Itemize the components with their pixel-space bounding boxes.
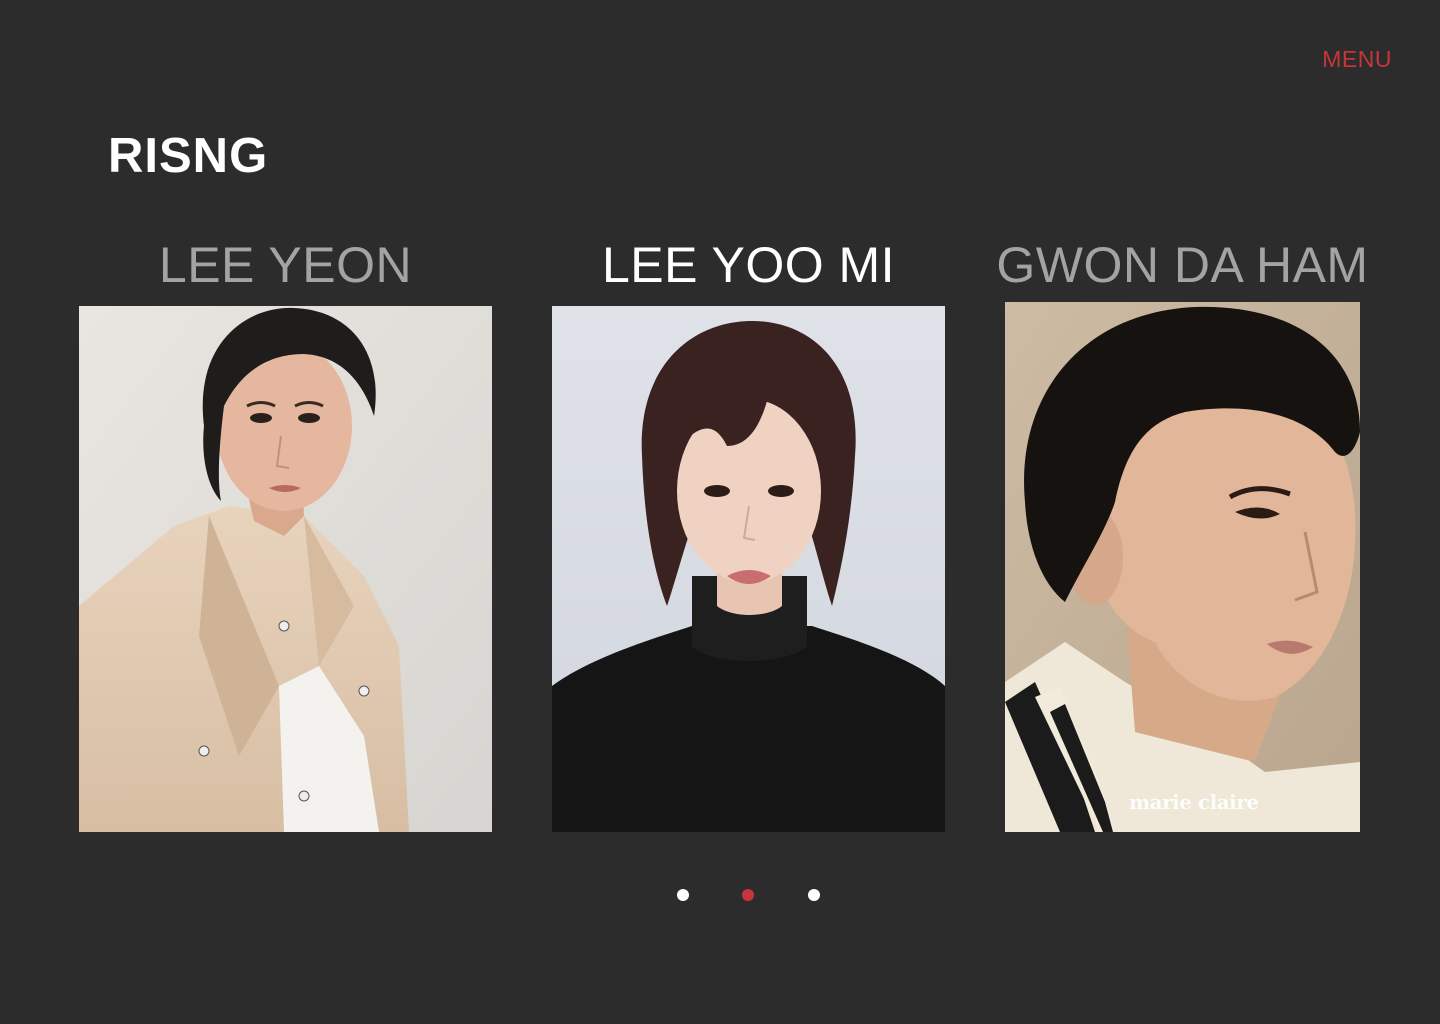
- pagination-dot-3[interactable]: [808, 889, 820, 901]
- section-title: RISNG: [108, 129, 269, 183]
- carousel-pagination: [0, 889, 1440, 903]
- pagination-dot-2-active[interactable]: [742, 889, 754, 901]
- pagination-dot-1[interactable]: [677, 889, 689, 901]
- portrait-image: [552, 306, 945, 832]
- portrait-image: [79, 306, 492, 832]
- profile-card-gwon-da-ham[interactable]: GWON DA HAM marie claire: [996, 230, 1368, 833]
- profile-name: LEE YEON: [158, 237, 413, 293]
- profile-photo[interactable]: marie claire: [1005, 302, 1360, 832]
- magazine-watermark: marie claire: [1129, 790, 1259, 814]
- menu-button[interactable]: MENU: [1322, 46, 1392, 73]
- rising-page: MENU RISNG LEE YEON LEE YOO MI GWON DA H…: [0, 0, 1440, 1024]
- portrait-image: [1005, 302, 1360, 832]
- profile-name: LEE YOO MI: [601, 237, 896, 293]
- profile-photo[interactable]: [79, 306, 492, 832]
- profile-photo[interactable]: [552, 306, 945, 832]
- profile-card-lee-yoo-mi[interactable]: LEE YOO MI: [552, 230, 945, 833]
- profile-name: GWON DA HAM: [996, 237, 1369, 293]
- profile-card-lee-yeon[interactable]: LEE YEON: [79, 230, 492, 833]
